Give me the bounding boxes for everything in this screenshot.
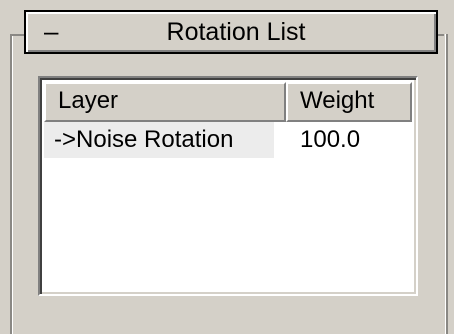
rollout-header-button[interactable]: – Rotation List	[24, 10, 438, 54]
rollout-title: Rotation List	[166, 18, 306, 46]
list-item-weight[interactable]: 100.0	[296, 122, 360, 158]
column-header-layer[interactable]: Layer	[44, 82, 286, 122]
list-item-layer[interactable]: ->Noise Rotation	[44, 122, 274, 158]
layer-list[interactable]: Layer Weight ->Noise Rotation 100.0	[38, 76, 418, 296]
column-header-weight[interactable]: Weight	[286, 82, 412, 122]
frame-line-left	[10, 34, 24, 36]
